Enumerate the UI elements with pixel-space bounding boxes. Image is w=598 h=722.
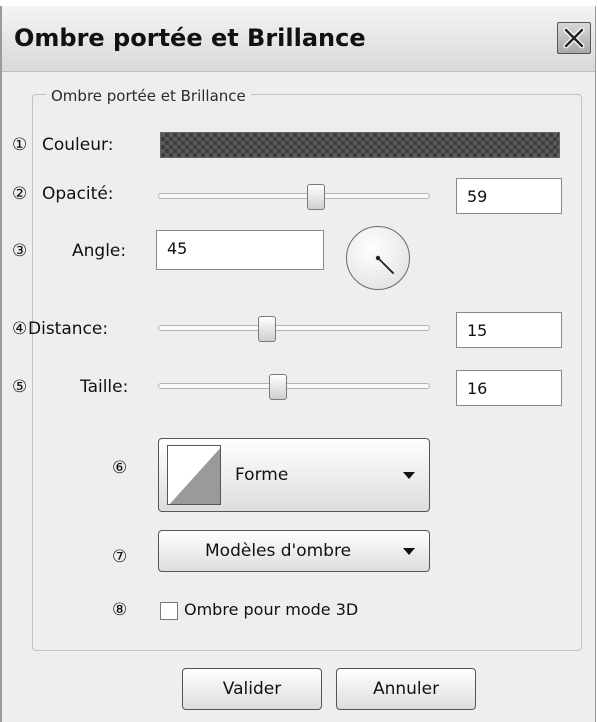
shadow-presets-label: Modèles d'ombre	[205, 541, 352, 561]
group-label: Ombre portée et Brillance	[46, 87, 251, 105]
angle-dial[interactable]	[346, 226, 410, 290]
title-bar[interactable]: Ombre portée et Brillance	[2, 6, 595, 72]
angle-dial-needle-icon	[375, 255, 395, 275]
marker-3: ③	[12, 241, 28, 261]
window-title: Ombre portée et Brillance	[14, 24, 366, 52]
chevron-down-icon	[403, 472, 415, 479]
shadow-3d-checkbox[interactable]	[160, 602, 178, 620]
slider-track	[158, 383, 430, 389]
slider-track	[158, 325, 430, 331]
opacity-value-field[interactable]: 59	[456, 178, 562, 214]
marker-1: ①	[12, 135, 28, 155]
shape-preview-icon	[167, 445, 221, 505]
chevron-down-icon	[403, 548, 415, 555]
marker-8: ⑧	[112, 600, 128, 620]
marker-4: ④	[12, 319, 28, 339]
shape-dropdown-label: Forme	[235, 465, 289, 485]
angle-label: Angle:	[72, 241, 127, 261]
slider-thumb[interactable]	[257, 316, 276, 342]
close-icon	[563, 27, 585, 49]
drop-shadow-dialog: Ombre portée et Brillance Ombre portée e…	[0, 6, 596, 722]
shape-dropdown[interactable]: Forme	[158, 438, 430, 512]
ok-button-label: Valider	[222, 679, 282, 699]
cancel-button[interactable]: Annuler	[336, 668, 476, 710]
opacity-label: Opacité:	[42, 184, 114, 204]
distance-slider[interactable]	[158, 316, 430, 342]
size-label: Taille:	[80, 377, 129, 397]
opacity-slider[interactable]	[158, 184, 430, 210]
marker-2: ②	[12, 184, 28, 204]
marker-7: ⑦	[112, 547, 128, 567]
close-button[interactable]	[557, 22, 591, 54]
angle-value-field[interactable]: 45	[156, 230, 324, 270]
size-value-field[interactable]: 16	[456, 370, 562, 406]
slider-thumb[interactable]	[306, 184, 325, 210]
marker-5: ⑤	[12, 377, 28, 397]
color-label: Couleur:	[42, 135, 114, 155]
slider-track	[158, 193, 430, 199]
color-swatch[interactable]	[160, 132, 560, 158]
shadow-presets-dropdown[interactable]: Modèles d'ombre	[158, 530, 430, 572]
size-slider[interactable]	[158, 374, 430, 400]
shadow-3d-label[interactable]: Ombre pour mode 3D	[184, 600, 358, 619]
cancel-button-label: Annuler	[372, 679, 440, 699]
slider-thumb[interactable]	[268, 374, 287, 400]
marker-6: ⑥	[112, 458, 128, 478]
distance-value-field[interactable]: 15	[456, 312, 562, 348]
distance-label: Distance:	[28, 319, 109, 339]
ok-button[interactable]: Valider	[182, 668, 322, 710]
